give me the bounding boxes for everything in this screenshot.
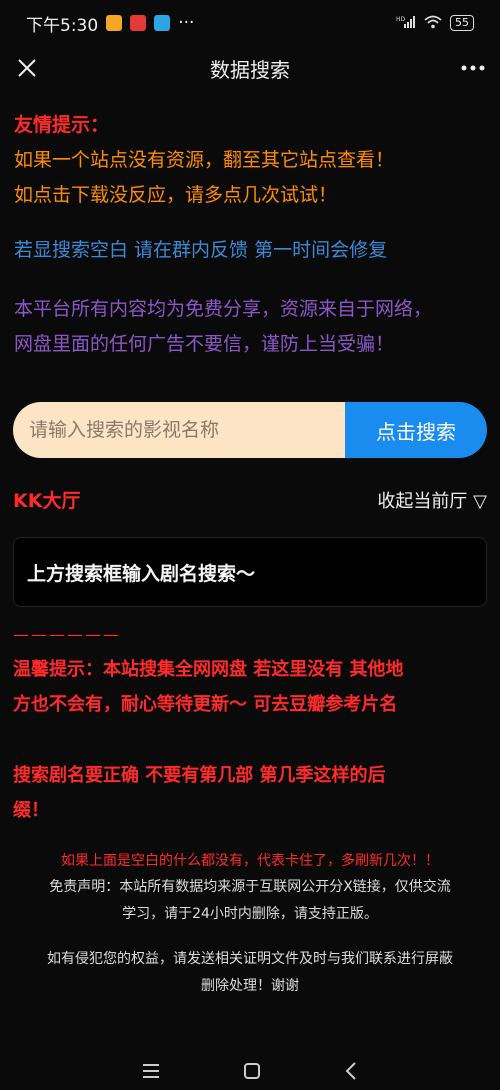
disclaimer-line: 学习，请于24小时内删除，请支持正版。 xyxy=(122,906,378,922)
feedback-notice: 若显搜索空白 请在群内反馈 第一时间会修复 xyxy=(14,239,388,261)
signal-icon: HD xyxy=(396,15,416,32)
warning-line: 缀！ xyxy=(13,800,49,821)
hint-text: 上方搜索框输入剧名搜索〜 xyxy=(27,562,256,585)
app-notification-icon xyxy=(106,15,123,31)
hint-card: 上方搜索框输入剧名搜索〜 xyxy=(13,537,487,607)
infringement-line: 删除处理！谢谢 xyxy=(201,978,299,994)
app-notification-icon xyxy=(130,15,147,31)
infringement-line: 如有侵犯您的权益，请发送相关证明文件及时与我们联系进行屏蔽 xyxy=(47,951,453,967)
network-label: HD xyxy=(396,16,406,23)
disclaimer-line: 免责声明：本站所有数据均来源于互联网公开分X链接，仅供交流 xyxy=(49,879,451,895)
warning-notice: 本平台所有内容均为免费分享，资源来自于网络， xyxy=(14,298,433,320)
system-nav-bar xyxy=(0,1056,500,1090)
hall-header: KK大厅 收起当前厅 ▽ xyxy=(0,486,500,513)
notice-line: 如果一个站点没有资源，翻至其它站点查看！ xyxy=(14,149,395,171)
notice-line: 如点击下载没反应，请多点几次试试！ xyxy=(14,184,338,206)
divider: —————— xyxy=(13,625,121,644)
nav-bar: 数据搜索 xyxy=(0,46,500,90)
hall-title: KK大厅 xyxy=(13,490,81,512)
warning-notice: 网盘里面的任何广告不要信，谨防上当受骗！ xyxy=(14,333,395,355)
search-bar: 点击搜索 xyxy=(13,402,487,458)
warning-line: 搜索剧名要正确 不要有第几部 第几季这样的后 xyxy=(13,765,386,786)
refresh-hint: 如果上面是空白的什么都没有，代表卡住了，多刷新几次！！ xyxy=(61,853,439,869)
status-left: 下午5:30 ··· xyxy=(26,11,194,36)
notice-title: 友情提示： xyxy=(14,114,110,136)
search-input[interactable] xyxy=(13,402,345,458)
status-bar: 下午5:30 ··· HD 55 xyxy=(0,0,500,46)
status-time: 下午5:30 xyxy=(26,15,99,36)
notice-section: 友情提示： 如果一个站点没有资源，翻至其它站点查看！ 如点击下载没反应，请多点几… xyxy=(0,108,500,362)
status-right: HD 55 xyxy=(396,15,474,32)
more-icon[interactable] xyxy=(460,55,486,81)
disclaimer: 免责声明：本站所有数据均来源于互联网公开分X链接，仅供交流 学习，请于24小时内… xyxy=(0,874,500,928)
warning-line: 方也不会有，耐心等待更新〜 可去豆瓣参考片名 xyxy=(13,694,398,715)
wifi-icon xyxy=(424,15,442,32)
back-icon[interactable] xyxy=(344,1062,358,1084)
infringement-notice: 如有侵犯您的权益，请发送相关证明文件及时与我们联系进行屏蔽 删除处理！谢谢 xyxy=(0,946,500,1000)
page-title: 数据搜索 xyxy=(210,57,290,82)
collapse-hall-button[interactable]: 收起当前厅 ▽ xyxy=(377,487,487,513)
telegram-icon xyxy=(154,15,171,31)
warm-tips: 温馨提示：本站搜集全网网盘 若这里没有 其他地 方也不会有，耐心等待更新〜 可去… xyxy=(0,652,500,828)
menu-icon[interactable] xyxy=(142,1063,160,1083)
search-button[interactable]: 点击搜索 xyxy=(345,402,487,458)
status-dots: ··· xyxy=(178,13,195,33)
warning-line: 温馨提示：本站搜集全网网盘 若这里没有 其他地 xyxy=(13,659,404,680)
battery-icon: 55 xyxy=(450,15,474,31)
home-icon[interactable] xyxy=(243,1062,261,1084)
close-icon[interactable] xyxy=(14,55,40,81)
